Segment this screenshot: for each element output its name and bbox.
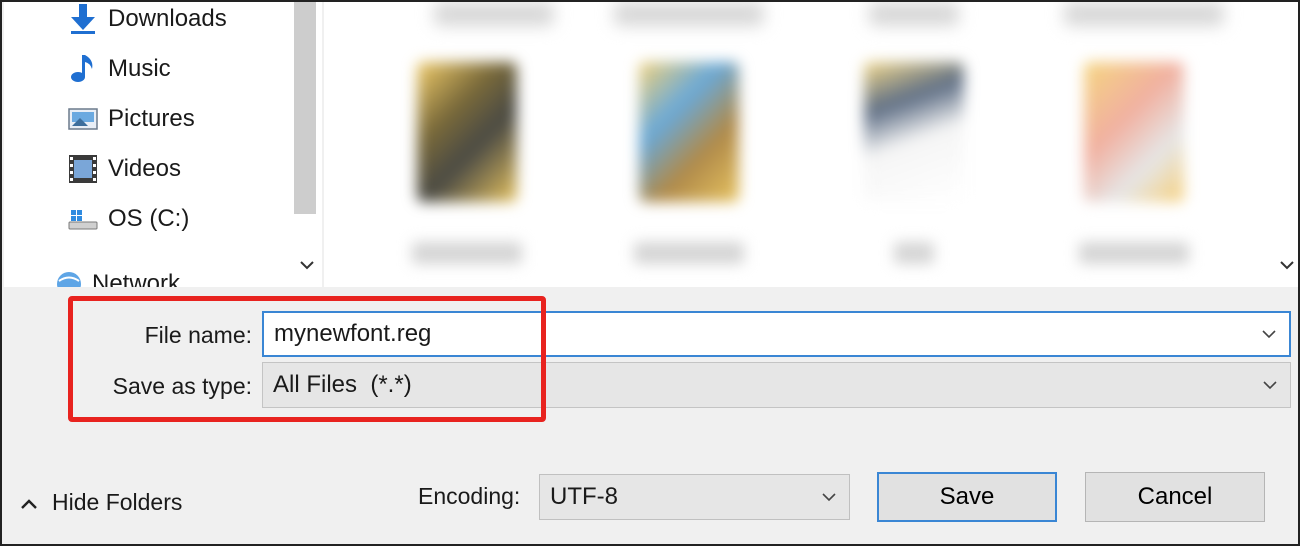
- nav-item-pictures[interactable]: Pictures: [68, 99, 195, 139]
- encoding-label: Encoding:: [418, 483, 521, 509]
- filename-value: mynewfont.reg: [274, 320, 432, 347]
- filename-label: File name:: [144, 322, 252, 348]
- save-as-dialog: Downloads Music Pictures Videos OS (C:): [0, 0, 1300, 546]
- music-note-icon: [68, 54, 98, 84]
- nav-item-label: OS (C:): [108, 205, 190, 232]
- videos-icon: [68, 154, 98, 184]
- nav-item-label: Videos: [108, 155, 181, 182]
- download-icon: [68, 4, 98, 34]
- cancel-button[interactable]: Cancel: [1085, 472, 1265, 522]
- chevron-down-icon[interactable]: [1258, 363, 1282, 407]
- nav-item-label: Pictures: [108, 105, 195, 132]
- chevron-down-icon[interactable]: [817, 475, 841, 519]
- encoding-select[interactable]: UTF-8: [539, 474, 850, 520]
- save-button[interactable]: Save: [877, 472, 1057, 522]
- file-thumbnail[interactable]: [402, 52, 532, 264]
- hide-folders-label: Hide Folders: [52, 488, 183, 515]
- chevron-down-icon[interactable]: [296, 254, 318, 276]
- encoding-value: UTF-8: [550, 483, 618, 510]
- chevron-down-icon[interactable]: [1276, 254, 1298, 276]
- hide-folders-button[interactable]: Hide Folders: [20, 482, 182, 522]
- filename-input[interactable]: mynewfont.reg: [262, 311, 1291, 357]
- nav-item-os-drive[interactable]: OS (C:): [68, 199, 189, 239]
- file-thumbnail[interactable]: [624, 52, 754, 264]
- nav-item-label: Downloads: [108, 5, 227, 32]
- file-thumbnail: [1064, 2, 1224, 26]
- drive-icon: [68, 204, 98, 234]
- savetype-label: Save as type:: [112, 373, 252, 399]
- navigation-pane: Downloads Music Pictures Videos OS (C:): [4, 2, 322, 287]
- file-list-area[interactable]: [324, 2, 1298, 287]
- nav-item-label: Network: [92, 270, 181, 287]
- file-thumbnail: [869, 2, 959, 26]
- file-thumbnail[interactable]: [849, 52, 979, 264]
- nav-item-network[interactable]: Network: [54, 264, 180, 287]
- file-thumbnail: [614, 2, 764, 26]
- savetype-select[interactable]: All Files (*.*): [262, 362, 1291, 408]
- savetype-value: All Files (*.*): [273, 371, 412, 398]
- network-icon: [54, 269, 84, 287]
- file-thumbnail: [434, 2, 554, 26]
- file-thumbnail[interactable]: [1069, 52, 1199, 264]
- nav-item-downloads[interactable]: Downloads: [68, 2, 227, 39]
- nav-item-label: Music: [108, 55, 171, 82]
- nav-item-music[interactable]: Music: [68, 49, 171, 89]
- nav-item-videos[interactable]: Videos: [68, 149, 181, 189]
- chevron-up-icon: [20, 489, 38, 516]
- nav-scrollbar-thumb[interactable]: [294, 2, 316, 214]
- nav-scrollbar[interactable]: [292, 2, 322, 287]
- chevron-down-icon[interactable]: [1257, 313, 1281, 355]
- pictures-icon: [68, 104, 98, 134]
